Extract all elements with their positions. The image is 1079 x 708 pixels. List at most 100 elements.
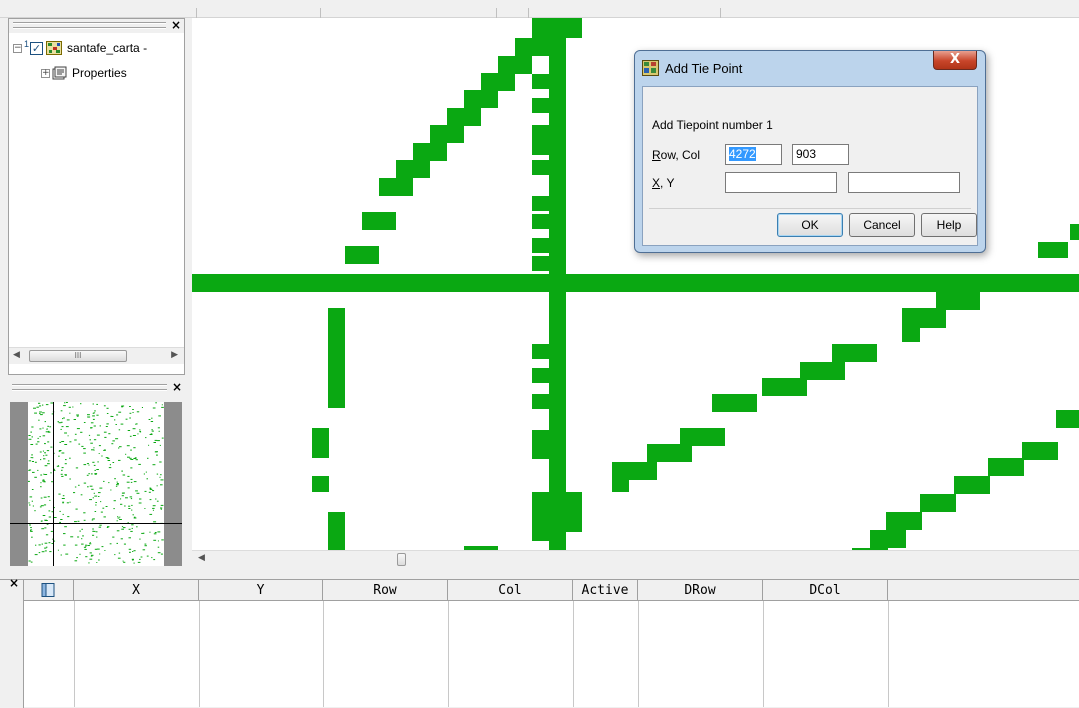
overview-speck xyxy=(133,550,136,552)
overview-speck xyxy=(84,548,87,550)
col-field[interactable]: 903 xyxy=(792,144,849,165)
overview-panel-header: × xyxy=(8,380,185,397)
map-pixel-block xyxy=(532,394,549,409)
panel-grip[interactable] xyxy=(12,384,167,386)
overview-speck xyxy=(132,409,134,410)
table-corner[interactable] xyxy=(24,580,74,601)
overview-speck xyxy=(43,455,45,457)
overview-speck xyxy=(81,445,84,447)
help-button[interactable]: Help xyxy=(921,213,977,237)
map-pixel-block xyxy=(532,256,549,271)
overview-speck xyxy=(108,433,111,435)
overview-speck xyxy=(58,455,60,457)
overview-speck xyxy=(30,457,32,459)
layer-visibility-checkbox[interactable]: ✓ xyxy=(30,41,44,55)
overview-speck xyxy=(62,502,64,504)
panel-grip[interactable] xyxy=(13,22,166,24)
overview-speck xyxy=(100,511,103,513)
overview-speck xyxy=(74,521,77,523)
collapse-icon[interactable]: − xyxy=(13,43,22,53)
column-header-row[interactable]: Row xyxy=(323,580,448,601)
column-header-drow[interactable]: DRow xyxy=(638,580,763,601)
y-field[interactable] xyxy=(848,172,960,193)
overview-speck xyxy=(110,489,112,491)
scroll-right-arrow-icon[interactable]: ▶ xyxy=(171,350,178,360)
overview-speck xyxy=(81,528,83,530)
map-pixel-block xyxy=(328,308,345,408)
overview-speck xyxy=(94,469,96,471)
scroll-left-arrow-icon[interactable]: ◀ xyxy=(198,553,205,563)
tree-horizontal-scrollbar[interactable]: ◀ III ▶ xyxy=(9,347,184,364)
overview-speck xyxy=(101,546,104,548)
overview-speck xyxy=(139,431,142,433)
overview-speck xyxy=(60,473,63,475)
overview-speck xyxy=(40,486,42,488)
overview-speck xyxy=(58,422,62,424)
tree-item-layer[interactable]: − 1 ✓ santafe_carta - xyxy=(13,39,147,57)
close-icon[interactable]: × xyxy=(172,380,182,394)
x-field[interactable] xyxy=(725,172,837,193)
scrollbar-thumb[interactable]: III xyxy=(29,350,127,362)
overview-speck xyxy=(60,410,63,412)
overview-speck xyxy=(146,555,149,557)
overview-speck xyxy=(151,430,154,432)
overview-map[interactable] xyxy=(10,402,182,566)
overview-speck xyxy=(148,444,150,446)
row-field[interactable]: 4272 xyxy=(725,144,782,165)
overview-speck xyxy=(148,419,151,420)
overview-speck xyxy=(160,507,163,509)
overview-speck xyxy=(98,559,100,561)
overview-speck xyxy=(76,428,80,430)
layer-name[interactable]: santafe_carta - xyxy=(67,41,147,55)
overview-speck xyxy=(38,552,41,554)
scroll-left-arrow-icon[interactable]: ◀ xyxy=(13,350,20,360)
close-icon[interactable]: × xyxy=(9,576,19,590)
column-header-col[interactable]: Col xyxy=(448,580,573,601)
overview-speck xyxy=(39,413,41,415)
panel-grip[interactable] xyxy=(12,389,167,391)
close-icon[interactable]: X xyxy=(933,51,977,70)
overview-speck xyxy=(116,520,118,522)
column-header-x[interactable]: X xyxy=(74,580,199,601)
panel-grip[interactable] xyxy=(13,27,166,29)
map-pixel-block xyxy=(447,108,481,126)
overview-speck xyxy=(64,432,67,434)
overview-speck xyxy=(113,508,115,510)
tiepoint-instruction: Add Tiepoint number 1 xyxy=(652,118,773,132)
overview-speck xyxy=(96,469,99,470)
overview-speck xyxy=(161,539,164,541)
overview-speck xyxy=(108,467,112,469)
overview-speck xyxy=(63,405,66,407)
overview-speck xyxy=(96,548,100,550)
overview-speck xyxy=(69,478,71,480)
overview-speck xyxy=(109,464,111,466)
properties-label[interactable]: Properties xyxy=(72,66,127,80)
overview-speck xyxy=(57,465,59,467)
overview-speck xyxy=(104,436,107,438)
overview-speck xyxy=(89,558,93,560)
tree-item-properties[interactable]: + Properties xyxy=(41,64,127,82)
column-header-dcol[interactable]: DCol xyxy=(763,580,888,601)
overview-speck xyxy=(44,527,47,529)
expand-icon[interactable]: + xyxy=(41,68,50,78)
close-icon[interactable]: × xyxy=(171,18,181,32)
overview-speck xyxy=(29,504,31,506)
overview-thumbnail[interactable] xyxy=(28,402,164,566)
map-pixel-block xyxy=(396,160,430,178)
overview-speck xyxy=(45,534,49,536)
table-side-strip: × xyxy=(0,576,24,708)
overview-speck xyxy=(90,442,93,444)
overview-speck xyxy=(122,560,124,562)
dialog-title: Add Tie Point xyxy=(665,61,743,76)
map-horizontal-scrollbar[interactable]: ◀ xyxy=(192,550,1079,567)
ok-button[interactable]: OK xyxy=(777,213,843,237)
column-header-active[interactable]: Active xyxy=(573,580,638,601)
map-pixel-block xyxy=(532,238,549,253)
overview-speck xyxy=(92,418,95,420)
map-pixel-block xyxy=(515,38,549,56)
scrollbar-thumb[interactable] xyxy=(397,553,406,566)
cancel-button[interactable]: Cancel xyxy=(849,213,915,237)
overview-speck xyxy=(145,437,147,439)
column-header-y[interactable]: Y xyxy=(199,580,323,601)
overview-speck xyxy=(144,490,147,492)
